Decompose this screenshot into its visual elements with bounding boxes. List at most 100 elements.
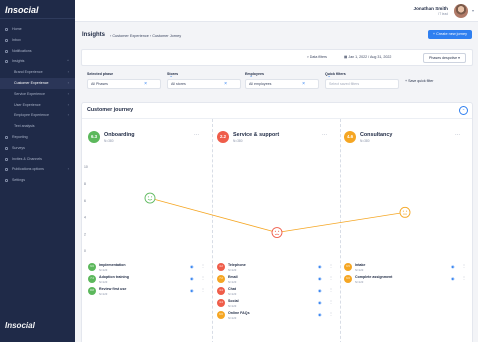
phases-perspective-select[interactable]: Phases despctive ▾ <box>423 53 466 63</box>
chevron-icon: › <box>67 112 69 118</box>
more-options-icon[interactable]: ⋮ <box>201 275 205 280</box>
y-tick-label: 2 <box>84 232 86 236</box>
data-filters-button[interactable]: ▿ Data filters <box>307 55 327 59</box>
selector-row: + Save quick filter Selected phase All Ph… <box>87 72 475 94</box>
face-eye <box>406 210 408 212</box>
sidebar-item-label: Surveys <box>12 145 25 150</box>
eye-icon[interactable]: ◉ <box>318 288 322 293</box>
step-name: Review first use <box>99 287 127 291</box>
app-logo[interactable]: Insocial <box>5 5 39 15</box>
more-options-icon[interactable]: ⋮ <box>329 311 333 316</box>
more-options-icon[interactable]: ⋮ <box>201 263 205 268</box>
step-name: Intake <box>355 263 366 267</box>
sidebar-item-notifications[interactable]: Notifications <box>0 46 75 57</box>
series-line-segment <box>276 211 406 233</box>
more-options-icon[interactable]: ⋮ <box>329 299 333 304</box>
chevron-up-icon[interactable]: ⌃ <box>459 106 468 115</box>
selector-input[interactable]: Select saved filters <box>325 79 399 89</box>
create-journey-button[interactable]: + Create new jorney <box>427 30 472 39</box>
step-score-badge: 4.4 <box>217 287 225 295</box>
more-options-icon[interactable]: ⋮ <box>201 287 205 292</box>
more-options-icon[interactable]: ··· <box>455 132 460 138</box>
more-options-icon[interactable]: ··· <box>322 132 327 138</box>
eye-icon[interactable]: ◉ <box>318 276 322 281</box>
data-point-frown-icon <box>271 227 283 238</box>
sidebar: Insocial Home Inbox Notifications Insights ^… <box>0 0 75 342</box>
sidebar-item-settings[interactable]: Settings <box>0 175 75 186</box>
y-tick-label: 8 <box>84 182 86 186</box>
eye-icon[interactable]: ◉ <box>190 276 194 281</box>
breadcrumb[interactable]: › Customer Experience › Customer Jorney <box>110 34 181 38</box>
date-range-picker[interactable]: ▦ Jan 1, 2022 / Aug 31, 2022 <box>344 55 391 59</box>
step-count: N=123 <box>355 279 364 284</box>
sidebar-item-insights[interactable]: Insights ^ <box>0 56 75 67</box>
step-count: N=123 <box>355 267 364 272</box>
eye-icon[interactable]: ◉ <box>190 264 194 269</box>
selector-input[interactable]: All Phases × <box>87 79 161 89</box>
eye-icon[interactable]: ◉ <box>451 276 455 281</box>
user-role: IT lead <box>438 12 448 16</box>
sidebar-item-inbox[interactable]: Inbox <box>0 35 75 46</box>
selector-label: Stores <box>167 72 179 76</box>
clear-icon[interactable]: × <box>224 80 227 88</box>
home-icon <box>5 28 8 31</box>
step-score-badge: 8.8 <box>88 287 96 295</box>
eye-icon[interactable]: ◉ <box>318 312 322 317</box>
sidebar-item-label: Settings <box>12 178 25 183</box>
sidebar-item-publications-options[interactable]: Publications options › <box>0 164 75 175</box>
eye-icon[interactable]: ◉ <box>318 300 322 305</box>
sidebar-item-user-experience[interactable]: User Experience › <box>0 100 75 111</box>
avatar[interactable] <box>454 4 468 18</box>
selector-input[interactable]: All employees × <box>245 79 319 89</box>
more-options-icon[interactable]: ⋮ <box>329 275 333 280</box>
save-quick-filter-button[interactable]: + Save quick filter <box>405 79 433 83</box>
chevron-down-icon[interactable]: ▾ <box>472 8 474 13</box>
sidebar-item-brand-experience[interactable]: Brand Experience › <box>0 67 75 78</box>
sidebar-item-label: Notifications <box>12 48 32 53</box>
selector-input[interactable]: All stores × <box>167 79 241 89</box>
chevron-icon: › <box>67 90 69 96</box>
main-content: Insights › Customer Experience › Custome… <box>75 22 478 342</box>
sidebar-item-surveys[interactable]: Surveys <box>0 143 75 154</box>
selector-selected-phase: Selected phase All Phases × ⌄ <box>87 72 173 89</box>
sidebar-item-customer-experience[interactable]: Customer Experience › <box>0 77 75 89</box>
face-eye <box>147 196 149 198</box>
face-eye <box>151 196 153 198</box>
more-options-icon[interactable]: ⋮ <box>462 263 466 268</box>
eye-icon[interactable]: ◉ <box>190 288 194 293</box>
step-score-badge: 9.6 <box>88 263 96 271</box>
clear-icon[interactable]: × <box>302 80 305 88</box>
step-score-badge: 4.2 <box>217 263 225 271</box>
step-count: N=123 <box>99 279 108 284</box>
stage-count: N=380 <box>233 139 243 143</box>
more-options-icon[interactable]: ⋮ <box>462 275 466 280</box>
sidebar-item-employee-experience[interactable]: Employee Experience › <box>0 110 75 121</box>
sidebar-item-home[interactable]: Home <box>0 24 75 35</box>
clear-icon[interactable]: × <box>144 80 147 88</box>
face-eye <box>402 210 404 212</box>
sidebar-divider <box>0 18 75 19</box>
eye-icon[interactable]: ◉ <box>451 264 455 269</box>
publications-options-icon <box>5 168 8 172</box>
sidebar-item-invites-channels[interactable]: Invites & Channels <box>0 154 75 165</box>
sidebar-item-label: Brand Experience <box>14 70 43 75</box>
sidebar-item-text-analysis[interactable]: Text analysis <box>0 121 75 132</box>
sidebar-item-service-experience[interactable]: Service Experience › <box>0 89 75 100</box>
stage-score-badge: 6.3 <box>88 131 100 143</box>
more-options-icon[interactable]: ··· <box>194 132 199 138</box>
step-count: N=123 <box>228 303 237 308</box>
selector-value: All stores <box>171 82 186 86</box>
more-options-icon[interactable]: ⋮ <box>329 263 333 268</box>
selector-stores: Stores All stores × ⌄ <box>167 72 253 89</box>
face-eye <box>278 230 280 232</box>
step-name: Complete assignment <box>355 275 393 279</box>
more-options-icon[interactable]: ⋮ <box>329 287 333 292</box>
user-name[interactable]: Jonathan Smith <box>414 6 448 11</box>
invites-channels-icon <box>5 157 8 161</box>
step-score-badge: 6.6 <box>217 311 225 319</box>
sidebar-item-reporting[interactable]: Reporting <box>0 132 75 143</box>
chevron-icon: ^ <box>67 58 69 64</box>
step-name: Implementation <box>99 263 126 267</box>
eye-icon[interactable]: ◉ <box>318 264 322 269</box>
step-score-badge: 6.6 <box>344 275 352 283</box>
